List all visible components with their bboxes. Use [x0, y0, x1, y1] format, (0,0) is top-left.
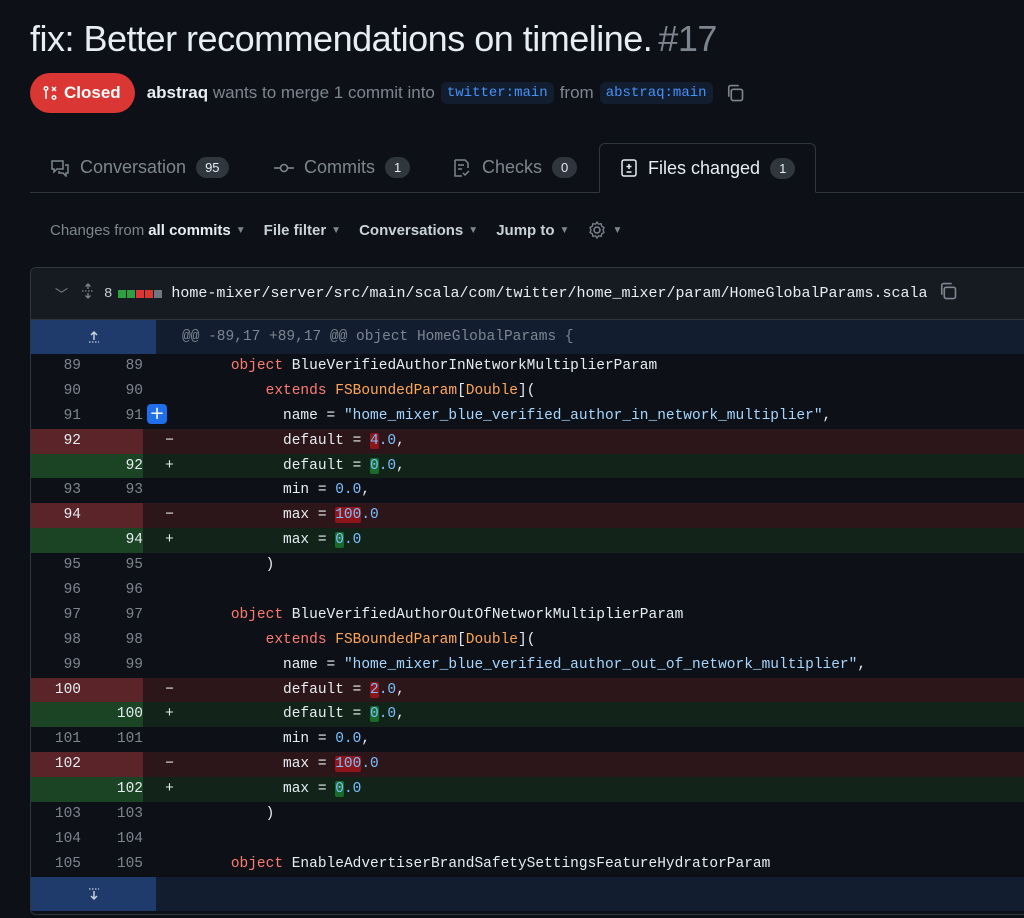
diff-line: 103 103 )	[54, 806, 275, 823]
diffstat-added	[127, 289, 136, 298]
diff-line: 97 97 object BlueVerifiedAuthorOutOfNetwo…	[63, 606, 684, 623]
pr-title-text: fix: Better recommendations on timeline.	[30, 18, 653, 59]
diff-line: 105 105 object EnableAdvertiserBrandSafet…	[54, 855, 771, 872]
diff-line-added: 94 + max = 0.0	[31, 528, 1024, 554]
jump-to-dropdown[interactable]: Jump to ▼	[496, 222, 569, 239]
diff-line: 91 91 name = "home_mixer_blue_verified_au…	[63, 407, 832, 424]
diffstat	[118, 289, 163, 298]
conversations-dropdown[interactable]: Conversations ▼	[359, 222, 478, 239]
author-link[interactable]: abstraq	[147, 83, 208, 102]
base-branch[interactable]: twitter:main	[440, 82, 554, 104]
file-diff: ﹀ 8 home-mixer/server/src/main/scala/com…	[30, 267, 1024, 915]
diff-line-added: 100 + default = 0.0,	[31, 702, 1024, 728]
diff-line: 96 96	[63, 582, 143, 599]
tab-count: 0	[552, 157, 578, 178]
tab-label: Conversation	[80, 157, 187, 177]
checklist-icon	[454, 158, 470, 177]
diff-line: 89 89 object BlueVerifiedAuthorInNetworkM…	[63, 358, 658, 374]
tab-label: Files changed	[648, 157, 761, 178]
file-path[interactable]: home-mixer/server/src/main/scala/com/twi…	[171, 285, 927, 302]
pull-request-closed-icon	[43, 85, 57, 101]
changes-count: 8	[104, 285, 113, 302]
hunk-footer-row	[31, 876, 1024, 911]
diff-line: 101 101 min = 0.0,	[54, 731, 371, 748]
diff-line-deleted: 92− default = 4.0,	[31, 428, 1024, 454]
caret-down-icon: ▼	[559, 224, 570, 236]
hunk-header-row: @@ -89,17 +89,17 @@ object HomeGlobalPar…	[31, 320, 1024, 354]
diff-line: 95 95 )	[63, 557, 275, 574]
diff-line: 98 98 extends FSBoundedParam[Double](	[63, 631, 536, 648]
diff-line: 90 90 extends FSBoundedParam[Double](	[63, 382, 536, 399]
changes-from-dropdown[interactable]: Changes from all commits ▼	[50, 222, 246, 239]
status-label: Closed	[64, 83, 121, 102]
diff-line-added: 92 + default = 0.0,	[31, 453, 1024, 479]
tab-label: Commits	[304, 157, 375, 177]
diff-line: 99 99 name = "home_mixer_blue_verified_au…	[63, 656, 867, 673]
changes-value: all commits	[148, 221, 231, 239]
file-filter-dropdown[interactable]: File filter ▼	[264, 222, 341, 239]
gear-icon	[589, 220, 606, 240]
copy-path-icon[interactable]	[938, 281, 958, 306]
tab-conversation[interactable]: Conversation 95	[50, 143, 229, 192]
file-filter-label: File filter	[263, 221, 327, 239]
copy-icon[interactable]	[725, 83, 745, 103]
diff-settings-dropdown[interactable]: ▼	[587, 220, 622, 240]
diffstat-added	[118, 289, 127, 298]
pr-tabs: Conversation 95 Commits 1 Checks 0 Files…	[30, 143, 1024, 193]
caret-down-icon: ▼	[468, 224, 479, 236]
tab-count: 1	[770, 157, 796, 179]
pr-title: fix: Better recommendations on timeline.…	[30, 18, 717, 60]
diffstat-removed	[145, 289, 154, 298]
status-badge: Closed	[30, 73, 135, 113]
tab-checks[interactable]: Checks 0	[452, 143, 578, 192]
file-diff-icon	[621, 159, 637, 177]
expand-up-icon[interactable]	[31, 320, 156, 354]
diffstat-removed	[136, 289, 145, 298]
pr-number: #17	[658, 18, 717, 59]
diff-toolbar: Changes from all commits ▼ File filter ▼…	[50, 218, 640, 242]
chevron-down-icon[interactable]: ﹀	[55, 284, 68, 303]
comment-discussion-icon	[51, 159, 69, 177]
diff-line: 93 93 min = 0.0,	[63, 482, 371, 499]
diff-line: 104 104	[54, 830, 143, 847]
git-commit-icon	[274, 163, 294, 172]
expand-down-icon[interactable]	[31, 876, 156, 911]
diff-line-deleted: 102− max = 100.0	[31, 752, 1024, 778]
caret-down-icon: ▼	[612, 224, 623, 236]
merge-text: wants to merge 1 commit into	[212, 83, 435, 102]
jump-to-label: Jump to	[496, 221, 555, 239]
merge-summary: abstraq wants to merge 1 commit into	[147, 83, 435, 103]
diffstat-neutral	[154, 289, 163, 298]
tab-commits[interactable]: Commits 1	[274, 143, 411, 192]
hunk-header: @@ -89,17 +89,17 @@ object HomeGlobalPar…	[182, 329, 574, 345]
caret-down-icon: ▼	[235, 224, 246, 236]
pr-meta: Closed abstraq wants to merge 1 commit i…	[30, 73, 745, 113]
add-comment-button[interactable]: +	[147, 404, 167, 424]
diff-line-deleted: 94− max = 100.0	[31, 503, 1024, 529]
expand-all-icon[interactable]	[80, 283, 96, 304]
caret-down-icon: ▼	[331, 224, 342, 236]
tab-files-changed[interactable]: Files changed 1	[599, 143, 817, 193]
from-text: from	[559, 83, 594, 102]
tab-count: 1	[385, 157, 411, 178]
diff-line-added: 102 + max = 0.0	[31, 777, 1024, 803]
tab-count: 95	[196, 157, 229, 178]
tab-label: Checks	[482, 157, 543, 177]
conversations-label: Conversations	[359, 221, 464, 239]
diff-line-deleted: 100− default = 2.0,	[31, 677, 1024, 703]
changes-prefix: Changes from	[50, 221, 145, 239]
file-header: ﹀ 8 home-mixer/server/src/main/scala/com…	[31, 268, 1024, 320]
head-branch[interactable]: abstraq:main	[599, 82, 713, 104]
